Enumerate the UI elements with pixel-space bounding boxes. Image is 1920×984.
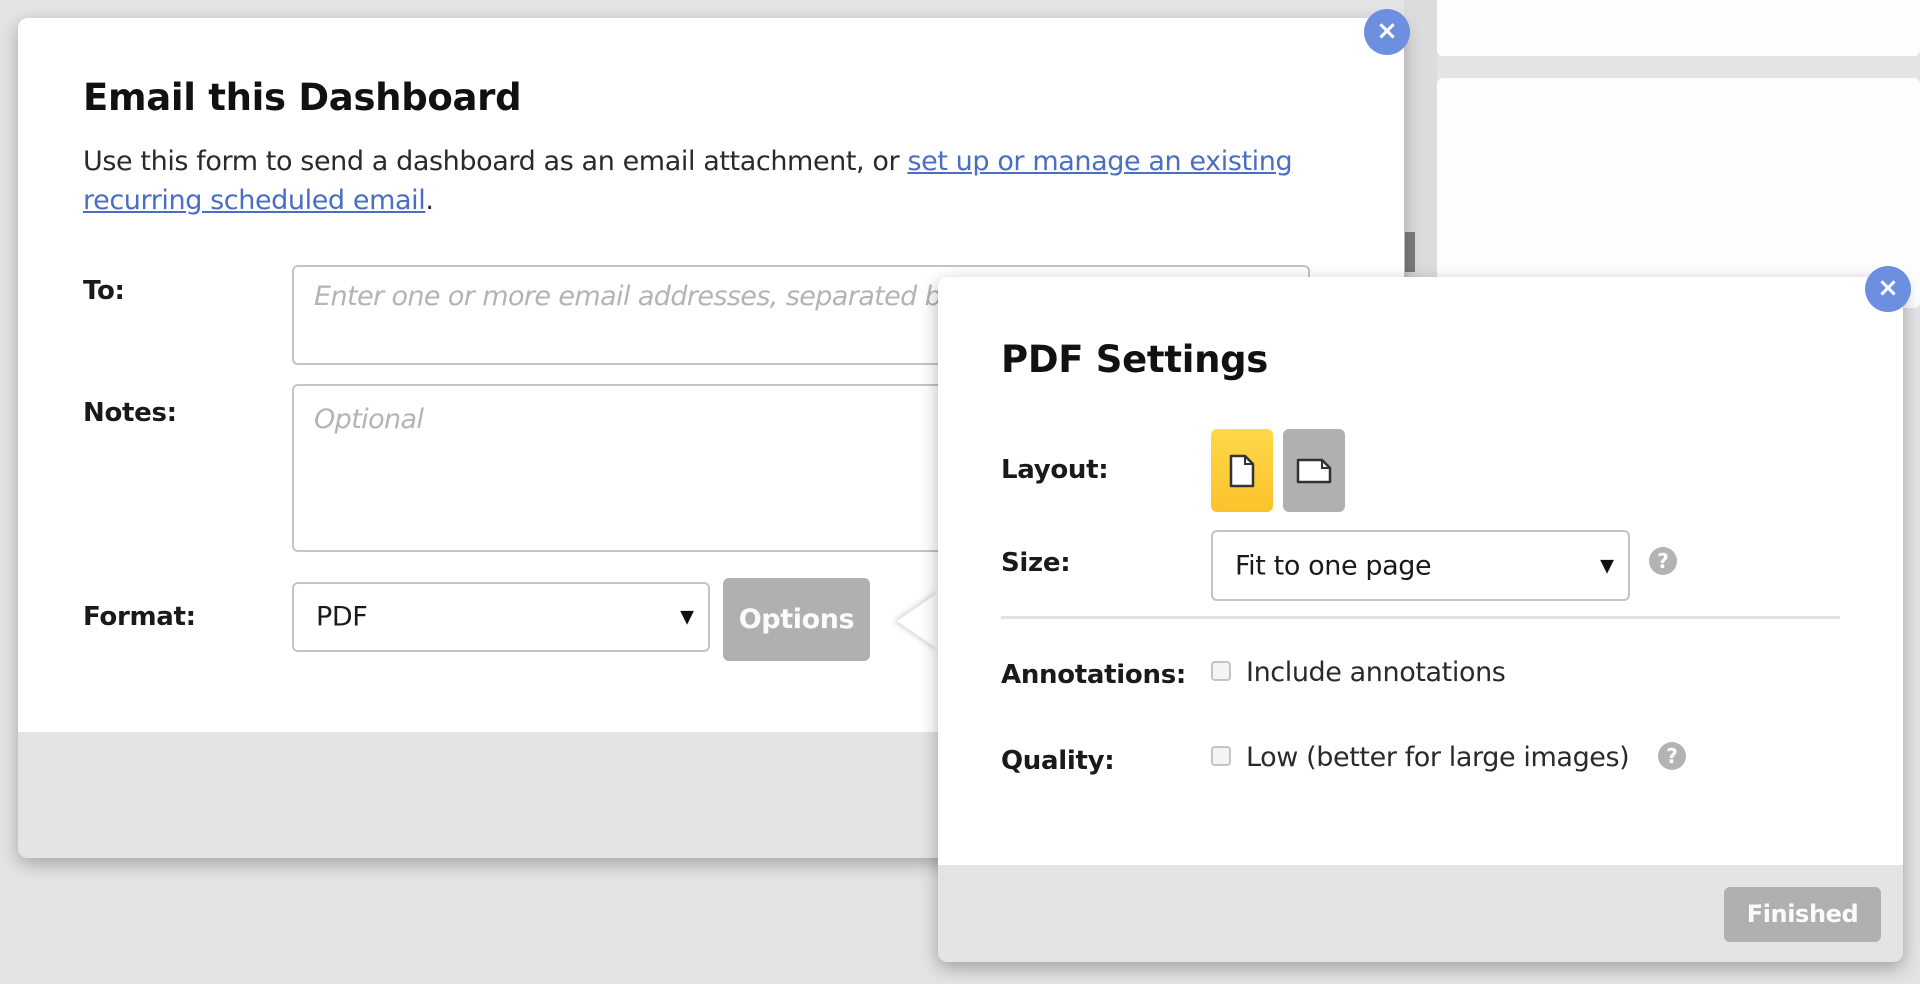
size-help-icon[interactable]: ? <box>1649 547 1677 575</box>
format-select[interactable]: PDF ▼ <box>292 582 710 652</box>
dialog-title: Email this Dashboard <box>83 76 522 119</box>
annotations-label: Annotations: <box>1001 660 1186 690</box>
portrait-page-icon <box>1229 454 1255 487</box>
format-value: PDF <box>316 601 368 633</box>
background-card <box>1437 0 1920 56</box>
section-divider <box>1001 616 1840 619</box>
format-label: Format: <box>83 602 196 632</box>
notes-label: Notes: <box>83 398 177 428</box>
close-dialog-button[interactable]: × <box>1364 9 1410 55</box>
background-scrollbar[interactable] <box>1405 232 1415 272</box>
options-button[interactable]: Options <box>723 578 870 661</box>
include-annotations-label[interactable]: Include annotations <box>1246 657 1506 688</box>
finished-button[interactable]: Finished <box>1724 887 1881 942</box>
close-pdf-settings-button[interactable]: × <box>1865 266 1911 312</box>
quality-label: Quality: <box>1001 746 1115 776</box>
quality-help-icon[interactable]: ? <box>1658 742 1686 770</box>
size-value: Fit to one page <box>1235 550 1432 581</box>
landscape-page-icon <box>1296 458 1332 483</box>
close-icon: × <box>1376 16 1398 46</box>
description-suffix: . <box>425 185 434 216</box>
to-label: To: <box>83 276 125 306</box>
notes-placeholder: Optional <box>314 404 424 435</box>
low-quality-checkbox[interactable] <box>1211 746 1231 766</box>
background-card <box>1437 78 1920 308</box>
include-annotations-checkbox[interactable] <box>1211 661 1231 681</box>
layout-label: Layout: <box>1001 455 1109 485</box>
low-quality-label[interactable]: Low (better for large images) <box>1246 742 1630 773</box>
pdf-settings-popover: PDF Settings Layout: Size: Fit to one pa… <box>938 277 1903 962</box>
description-text: Use this form to send a dashboard as an … <box>83 146 908 177</box>
layout-landscape-button[interactable] <box>1283 429 1345 512</box>
close-icon: × <box>1877 273 1899 303</box>
chevron-down-icon: ▼ <box>680 606 694 628</box>
popover-arrow <box>897 592 939 650</box>
chevron-down-icon: ▼ <box>1600 555 1614 576</box>
dialog-description: Use this form to send a dashboard as an … <box>83 142 1353 220</box>
size-label: Size: <box>1001 548 1071 578</box>
pdf-settings-title: PDF Settings <box>1001 338 1269 381</box>
size-select[interactable]: Fit to one page ▼ <box>1211 530 1630 601</box>
layout-portrait-button[interactable] <box>1211 429 1273 512</box>
